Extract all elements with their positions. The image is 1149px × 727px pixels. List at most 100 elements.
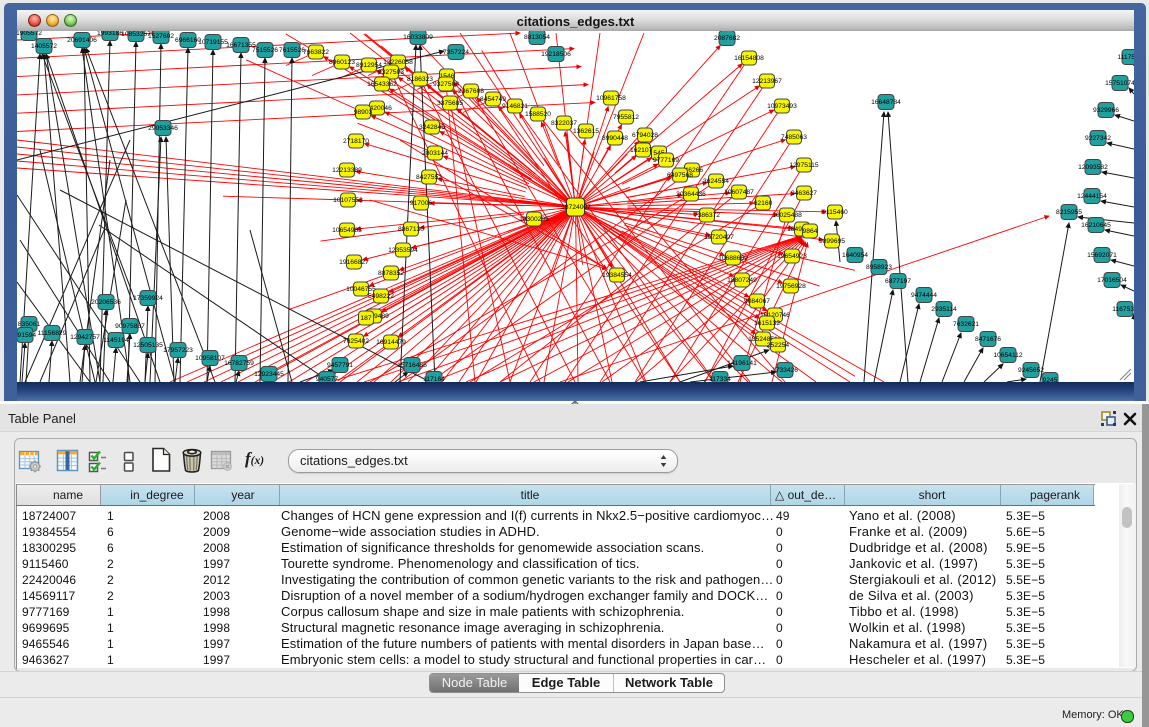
- svg-text:8454749: 8454749: [480, 96, 506, 103]
- svg-text:9327503: 9327503: [378, 69, 404, 76]
- svg-text:8427552: 8427552: [416, 174, 442, 181]
- svg-text:8471676: 8471676: [975, 336, 1001, 343]
- svg-text:7632621: 7632621: [953, 321, 979, 328]
- svg-text:1527602: 1527602: [148, 33, 174, 40]
- svg-text:12942757: 12942757: [70, 334, 100, 341]
- svg-text:9227342: 9227342: [1085, 135, 1111, 142]
- svg-text:6497568: 6497568: [667, 172, 693, 179]
- svg-text:391594: 391594: [17, 332, 36, 339]
- svg-text:6877197: 6877197: [885, 278, 911, 285]
- svg-text:10107553: 10107553: [333, 197, 363, 204]
- svg-text:10688609: 10688609: [718, 255, 748, 262]
- svg-text:62160: 62160: [754, 200, 773, 207]
- svg-text:16782759: 16782759: [224, 360, 254, 367]
- svg-text:12213967: 12213967: [752, 78, 782, 85]
- svg-text:5498222: 5498222: [368, 293, 394, 300]
- svg-text:8867130: 8867130: [398, 226, 424, 233]
- svg-text:10973493: 10973493: [767, 103, 797, 110]
- svg-text:3375685: 3375685: [437, 100, 463, 107]
- svg-text:12093582: 12093582: [1078, 164, 1108, 171]
- svg-text:10958107: 10958107: [195, 355, 225, 362]
- svg-text:9474444: 9474444: [911, 292, 937, 299]
- svg-text:10046755: 10046755: [346, 286, 376, 293]
- svg-text:9245: 9245: [1043, 377, 1058, 382]
- svg-text:1905572: 1905572: [17, 31, 42, 37]
- svg-text:6794028: 6794028: [632, 132, 658, 139]
- svg-text:1733426: 1733426: [772, 367, 798, 374]
- svg-text:10961758: 10961758: [596, 95, 626, 102]
- svg-text:12923445: 12923445: [254, 371, 284, 378]
- svg-text:1117515: 1117515: [1117, 54, 1134, 61]
- svg-text:11156829: 11156829: [38, 330, 67, 337]
- svg-text:1640954: 1640954: [842, 252, 868, 259]
- svg-text:12444154: 12444154: [1077, 193, 1107, 200]
- svg-text:3242845: 3242845: [419, 124, 445, 131]
- svg-text:117334: 117334: [709, 376, 731, 382]
- svg-text:9864: 9864: [803, 228, 818, 235]
- svg-text:16154808: 16154808: [734, 55, 764, 62]
- svg-text:10719155: 10719155: [198, 39, 228, 46]
- svg-text:10853267: 10853267: [121, 31, 151, 38]
- svg-text:7625402: 7625402: [343, 338, 369, 345]
- svg-text:9463627: 9463627: [791, 190, 817, 197]
- svg-text:7955812: 7955812: [613, 114, 639, 121]
- svg-text:9084067: 9084067: [744, 298, 770, 305]
- svg-text:9327508: 9327508: [433, 81, 459, 88]
- svg-text:10654112: 10654112: [993, 352, 1023, 359]
- svg-text:20691406: 20691406: [67, 37, 97, 44]
- svg-text:98903: 98903: [354, 109, 373, 116]
- svg-text:16210645: 16210645: [1081, 222, 1111, 229]
- svg-text:12213389: 12213389: [332, 167, 362, 174]
- svg-text:8322037: 8322037: [551, 120, 577, 127]
- svg-text:7515526: 7515526: [252, 47, 278, 54]
- svg-text:7663822: 7663822: [303, 49, 329, 56]
- svg-text:835061: 835061: [18, 321, 41, 328]
- svg-text:8878352: 8878352: [378, 270, 404, 277]
- svg-text:117164: 117164: [423, 376, 445, 382]
- svg-text:16033809: 16033809: [403, 34, 433, 41]
- svg-text:7485063: 7485063: [781, 134, 807, 141]
- svg-text:1588520: 1588520: [525, 111, 551, 118]
- svg-text:16543362: 16543362: [367, 81, 397, 88]
- svg-text:1993186: 1993186: [97, 31, 123, 37]
- svg-text:9777169: 9777169: [653, 157, 679, 164]
- svg-text:2803144: 2803144: [422, 150, 448, 157]
- svg-text:8215955: 8215955: [1056, 209, 1082, 216]
- svg-text:19756928: 19756928: [776, 283, 806, 290]
- svg-text:2718170: 2718170: [343, 138, 369, 145]
- svg-text:7615526: 7615526: [279, 47, 305, 54]
- svg-text:19218506: 19218506: [541, 51, 571, 58]
- svg-text:18300295: 18300295: [519, 216, 549, 223]
- svg-text:16648784: 16648784: [871, 99, 901, 106]
- svg-text:8990448: 8990448: [602, 135, 628, 142]
- svg-text:8186323: 8186323: [407, 76, 433, 83]
- svg-text:1615132: 1615132: [754, 320, 780, 327]
- svg-text:2367608: 2367608: [458, 88, 484, 95]
- svg-text:10654983: 10654983: [332, 227, 362, 234]
- svg-text:15692071: 15692071: [1087, 252, 1117, 259]
- svg-text:9457791: 9457791: [327, 362, 353, 369]
- svg-text:8960123: 8960123: [329, 59, 355, 66]
- svg-text:2087682: 2087682: [714, 35, 740, 42]
- svg-text:9899695: 9899695: [819, 238, 845, 245]
- svg-text:19654923: 19654923: [777, 253, 807, 260]
- svg-text:2935114: 2935114: [931, 306, 957, 313]
- svg-text:187: 187: [360, 315, 371, 322]
- svg-text:1167533: 1167533: [1112, 306, 1134, 313]
- svg-text:9146821: 9146821: [502, 103, 528, 110]
- svg-text:15720407: 15720407: [704, 234, 734, 241]
- svg-text:10025488: 10025488: [772, 212, 802, 219]
- svg-text:19166827: 19166827: [339, 259, 369, 266]
- svg-text:940577: 940577: [316, 376, 339, 382]
- svg-text:8958923: 8958923: [866, 264, 892, 271]
- svg-text:917006: 917006: [410, 200, 433, 207]
- svg-text:9115460: 9115460: [822, 209, 848, 216]
- svg-text:17359924: 17359924: [133, 295, 163, 302]
- svg-text:7357224: 7357224: [443, 49, 469, 56]
- svg-text:9329966: 9329966: [1093, 107, 1119, 114]
- svg-text:1362615: 1362615: [573, 128, 599, 135]
- svg-text:15751074: 15751074: [1105, 80, 1134, 87]
- svg-text:20364436: 20364436: [676, 191, 706, 198]
- svg-text:10607487: 10607487: [724, 189, 754, 196]
- svg-text:17957223: 17957223: [163, 347, 193, 354]
